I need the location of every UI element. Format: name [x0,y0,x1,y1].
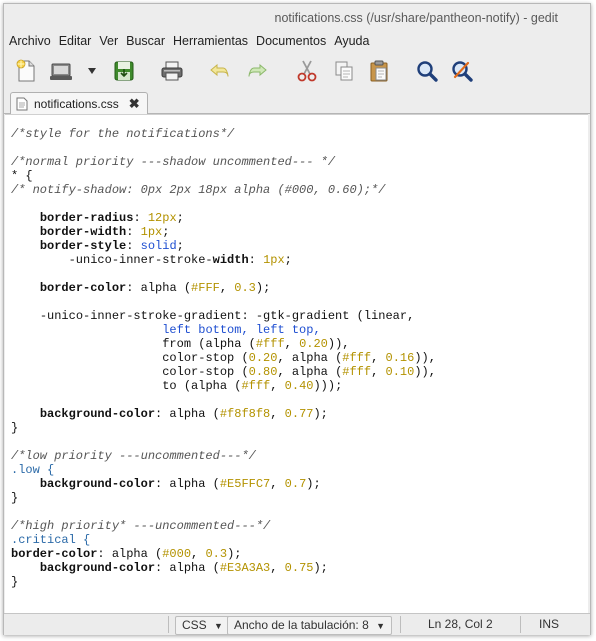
tab-notifications-css[interactable]: notifications.css ✖ [10,92,148,114]
tab-title: notifications.css [34,96,119,111]
status-separator [520,616,521,633]
find-button[interactable] [414,58,440,84]
code-line: /*low priority ---uncommented---*/ [11,449,256,463]
find-replace-icon [452,61,473,82]
undo-icon [210,63,229,77]
code-line: border-color: alpha (#FFF, 0.3); [39,281,271,295]
code-line: -unico-inner-stroke-width: 1px; [68,253,292,267]
paste-button[interactable] [366,58,392,84]
code-line: } [11,575,19,589]
gedit-window: notifications.css (/usr/share/pantheon-n… [3,3,591,635]
code-view: /*style for the notifications*/ /*normal… [11,127,436,589]
code-line: /*normal priority ---shadow uncommented-… [11,155,336,169]
tab-close-icon[interactable]: ✖ [129,96,140,112]
title-bar[interactable]: notifications.css (/usr/share/pantheon-n… [4,4,590,30]
code-line: border-radius: 12px; [39,211,184,225]
print-icon [161,61,183,81]
menu-bar: Archivo Editar Ver Buscar Herramientas D… [4,31,372,51]
status-separator [168,616,169,633]
cut-icon [297,60,317,82]
code-line: border-color: alpha (#000, 0.3); [11,547,242,561]
code-line: } [11,421,19,435]
code-line: from (alpha (#fff, 0.20)), [162,337,350,351]
menu-archivo[interactable]: Archivo [4,31,54,51]
open-recent-arrow-icon [88,68,96,74]
code-line: -unico-inner-stroke-gradient: -gtk-gradi… [39,309,415,323]
code-line: left bottom, left top, [162,323,321,337]
new-document-button[interactable] [13,58,39,84]
code-line: to (alpha (#fff, 0.40))); [162,379,343,393]
cut-button[interactable] [294,58,320,84]
language-label: CSS [182,618,207,632]
status-separator [400,616,401,633]
paste-icon [370,60,388,82]
chevron-down-icon: ▼ [376,621,386,631]
menu-ver[interactable]: Ver [94,31,121,51]
save-button[interactable] [111,58,137,84]
window-title: notifications.css (/usr/share/pantheon-n… [274,11,558,25]
code-line: background-color: alpha (#E5FFC7, 0.7); [39,477,321,491]
menu-herramientas[interactable]: Herramientas [168,31,251,51]
insert-mode: INS [539,617,560,631]
open-icon [50,63,72,80]
new-document-icon [16,59,35,82]
code-line: background-color: alpha (#E3A3A3, 0.75); [39,561,328,575]
find-icon [417,61,438,82]
menu-editar[interactable]: Editar [54,31,95,51]
code-line: /*style for the notifications*/ [11,127,235,141]
code-line: /* notify-shadow: 0px 2px 18px alpha (#0… [11,183,386,197]
menu-ayuda[interactable]: Ayuda [329,31,372,51]
language-selector[interactable]: CSS ▼ [175,616,230,635]
code-line: } [11,491,19,505]
find-replace-button[interactable] [449,58,475,84]
open-button[interactable] [49,58,75,84]
status-bar: CSS ▼ Ancho de la tabulación: 8 ▼ Ln 28,… [4,613,590,635]
tab-width-selector[interactable]: Ancho de la tabulación: 8 ▼ [227,616,393,635]
document-icon [16,97,28,110]
open-recent-dropdown[interactable] [86,58,98,84]
undo-button[interactable] [207,58,233,84]
menu-buscar[interactable]: Buscar [121,31,168,51]
code-line: color-stop (0.80, alpha (#fff, 0.10)), [162,365,436,379]
code-line: border-style: solid; [39,239,184,253]
copy-icon [335,61,353,81]
code-line: color-stop (0.20, alpha (#fff, 0.16)), [162,351,436,365]
code-line: .critical { [11,533,91,547]
text-editor[interactable]: /*style for the notifications*/ /*normal… [5,114,588,614]
save-icon [114,61,134,81]
copy-button[interactable] [331,58,357,84]
cursor-position: Ln 28, Col 2 [428,617,493,631]
redo-icon [248,63,267,77]
code-line: /*high priority* ---uncommented---*/ [11,519,271,533]
code-line: background-color: alpha (#f8f8f8, 0.77); [39,407,328,421]
chevron-down-icon: ▼ [214,621,223,631]
print-button[interactable] [159,58,185,84]
menu-documentos[interactable]: Documentos [251,31,329,51]
redo-button[interactable] [244,58,270,84]
code-line: border-width: 1px; [39,225,170,239]
toolbar [4,54,590,90]
tab-bar: notifications.css ✖ [4,91,590,114]
tab-width-label: Ancho de la tabulación: 8 [234,618,369,632]
code-line: * { [11,169,33,183]
code-line: .low { [11,463,55,477]
